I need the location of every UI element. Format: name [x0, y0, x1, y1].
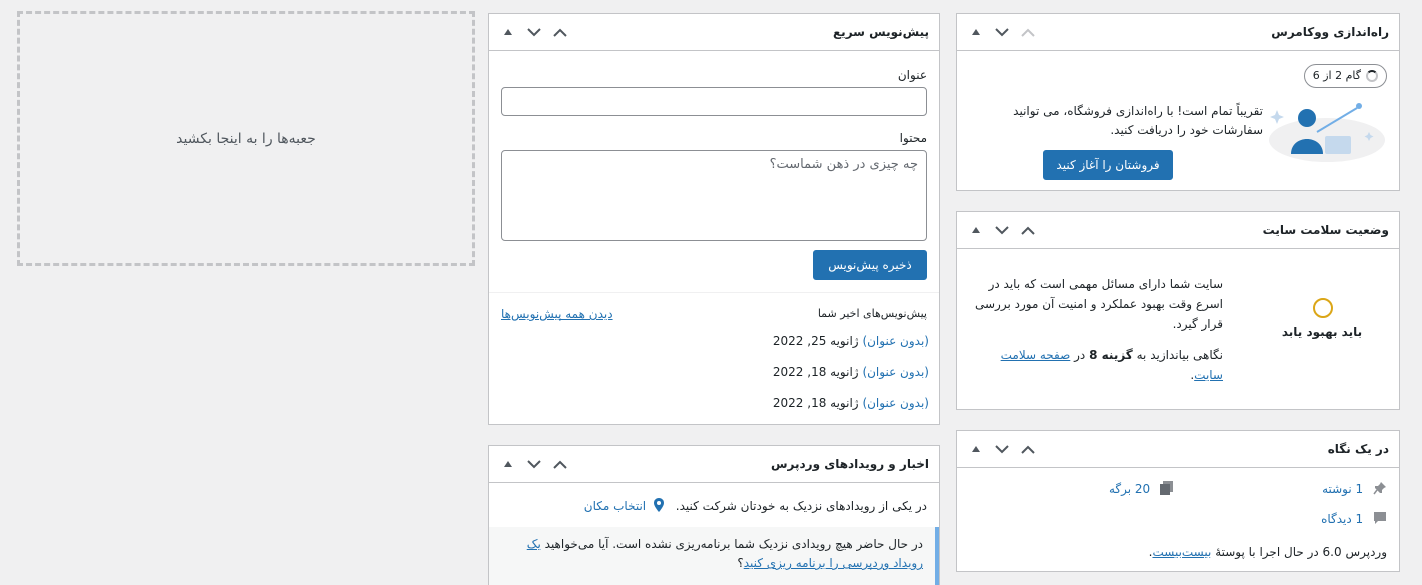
site-health-header: وضعیت سلامت سایت [957, 212, 1399, 249]
health-text-2-bold: گزینه 8 [1089, 348, 1133, 362]
pages-count-link[interactable]: 20 برگه [1109, 482, 1150, 496]
quick-draft-controls [497, 21, 571, 43]
draft-item: (بدون عنوان) ژانویه 25, 2022 [773, 334, 929, 348]
drop-zone-text: جعبه‌ها را به اینجا بکشید [176, 130, 316, 147]
quick-draft-header: پیش‌نویس سریع [489, 14, 939, 51]
divider [489, 292, 939, 293]
chevron-up-icon[interactable] [549, 453, 571, 475]
draft-item: (بدون عنوان) ژانویه 18, 2022 [773, 396, 929, 410]
health-text-2-mid: در [1074, 348, 1086, 362]
draft-title-label: عنوان [897, 68, 927, 82]
move-box-icon[interactable] [497, 21, 519, 43]
step-badge: گام 2 از 6 [1303, 64, 1387, 88]
woo-setup-controls [965, 21, 1039, 43]
woo-setup-header: راه‌اندازی ووکامرس [957, 14, 1399, 51]
news-notice-text: در حال حاضر هیچ رویدادی نزدیک شما برنامه… [544, 537, 923, 551]
start-selling-button[interactable]: فروشتان را آغاز کنید [1043, 150, 1173, 180]
move-box-icon[interactable] [497, 453, 519, 475]
draft-item-date: ژانویه 18, 2022 [772, 365, 859, 379]
draft-item-title[interactable]: (بدون عنوان) [862, 334, 929, 348]
health-status-ring-icon [1313, 298, 1333, 318]
draft-content-textarea[interactable] [501, 150, 927, 241]
news-events-controls [497, 453, 571, 475]
pages-icon [1160, 481, 1173, 498]
chevron-up-icon[interactable] [1017, 438, 1039, 460]
chevron-down-icon[interactable] [523, 453, 545, 475]
draft-item-title[interactable]: (بدون عنوان) [862, 365, 929, 379]
location-pin-icon [653, 498, 664, 515]
woo-setup-text: تقریباً تمام است! با راه‌اندازی فروشگاه،… [1013, 104, 1263, 137]
news-notice: در حال حاضر هیچ رویدادی نزدیک شما برنامه… [489, 527, 939, 585]
move-box-icon[interactable] [965, 21, 987, 43]
draft-item-date: ژانویه 18, 2022 [772, 396, 859, 410]
news-events-header: اخبار و رویدادهای وردپرس [489, 446, 939, 483]
health-text-2-before: نگاهی بیاندازید به [1136, 348, 1223, 362]
health-text-2: نگاهی بیاندازید به گزینه 8 در صفحه سلامت… [973, 345, 1223, 385]
setup-illustration [1261, 92, 1387, 162]
draft-title-input[interactable] [501, 87, 927, 116]
view-all-drafts-link[interactable]: دیدن همه پیش‌نویس‌ها [501, 307, 613, 321]
move-box-icon[interactable] [965, 438, 987, 460]
recent-drafts-label: پیش‌نویس‌های اخیر شما [817, 307, 927, 320]
chevron-down-icon[interactable] [991, 21, 1013, 43]
woo-setup-title: راه‌اندازی ووکامرس [1271, 25, 1389, 39]
posts-count-link[interactable]: 1 نوشته [1322, 482, 1363, 496]
comment-icon [1373, 511, 1387, 528]
chevron-up-icon[interactable] [1017, 21, 1039, 43]
progress-ring-icon [1366, 70, 1378, 82]
quick-draft-box: پیش‌نویس سریع عنوان محتوا ذخیره پیش‌نویس… [488, 13, 940, 425]
site-health-title: وضعیت سلامت سایت [1262, 223, 1389, 237]
step-badge-text: گام 2 از 6 [1312, 69, 1361, 82]
news-intro-row: در یکی از رویدادهای نزدیک به خودتان شرکت… [584, 498, 927, 515]
draft-item: (بدون عنوان) ژانویه 18, 2022 [773, 365, 929, 379]
draft-item-title[interactable]: (بدون عنوان) [862, 396, 929, 410]
health-text: سایت شما دارای مسائل مهمی است که باید در… [974, 277, 1223, 331]
at-a-glance-box: در یک نگاه 1 نوشته 20 برگه 1 دیدگاه وردپ… [956, 430, 1400, 572]
news-intro-text: در یکی از رویدادهای نزدیک به خودتان شرکت… [675, 499, 927, 513]
site-health-box: وضعیت سلامت سایت باید بهبود یابد سایت شم… [956, 211, 1400, 410]
chevron-up-icon[interactable] [1017, 219, 1039, 241]
site-health-controls [965, 219, 1039, 241]
pushpin-icon [1373, 481, 1387, 498]
health-status-label: باید بهبود یابد [1281, 325, 1363, 339]
glance-pages: 20 برگه [1109, 481, 1173, 498]
chevron-down-icon[interactable] [991, 438, 1013, 460]
chevron-down-icon[interactable] [523, 21, 545, 43]
at-a-glance-header: در یک نگاه [957, 431, 1399, 468]
news-events-box: اخبار و رویدادهای وردپرس در یکی از رویدا… [488, 445, 940, 585]
at-a-glance-controls [965, 438, 1039, 460]
save-draft-button[interactable]: ذخیره پیش‌نویس [813, 250, 927, 280]
comments-count-link[interactable]: 1 دیدگاه [1321, 512, 1363, 526]
glance-comments: 1 دیدگاه [1321, 511, 1387, 528]
wp-version-info: وردپرس 6.0 در حال اجرا با پوستهٔ [1215, 545, 1387, 559]
chevron-down-icon[interactable] [991, 219, 1013, 241]
move-box-icon[interactable] [965, 219, 987, 241]
chevron-up-icon[interactable] [549, 21, 571, 43]
theme-link[interactable]: بیست‌بیست [1152, 545, 1211, 559]
select-location-link[interactable]: انتخاب مکان [584, 499, 646, 513]
woo-setup-box: راه‌اندازی ووکامرس گام 2 از 6 تقریباً تم… [956, 13, 1400, 191]
wp-version-text: وردپرس 6.0 در حال اجرا با پوستهٔ بیست‌بی… [1149, 545, 1387, 559]
draft-item-date: ژانویه 25, 2022 [772, 334, 859, 348]
news-events-title: اخبار و رویدادهای وردپرس [770, 457, 929, 471]
drop-zone: جعبه‌ها را به اینجا بکشید [17, 11, 475, 266]
draft-content-label: محتوا [899, 131, 927, 145]
glance-posts: 1 نوشته [1322, 481, 1387, 498]
quick-draft-title: پیش‌نویس سریع [832, 25, 929, 39]
at-a-glance-title: در یک نگاه [1327, 442, 1389, 456]
